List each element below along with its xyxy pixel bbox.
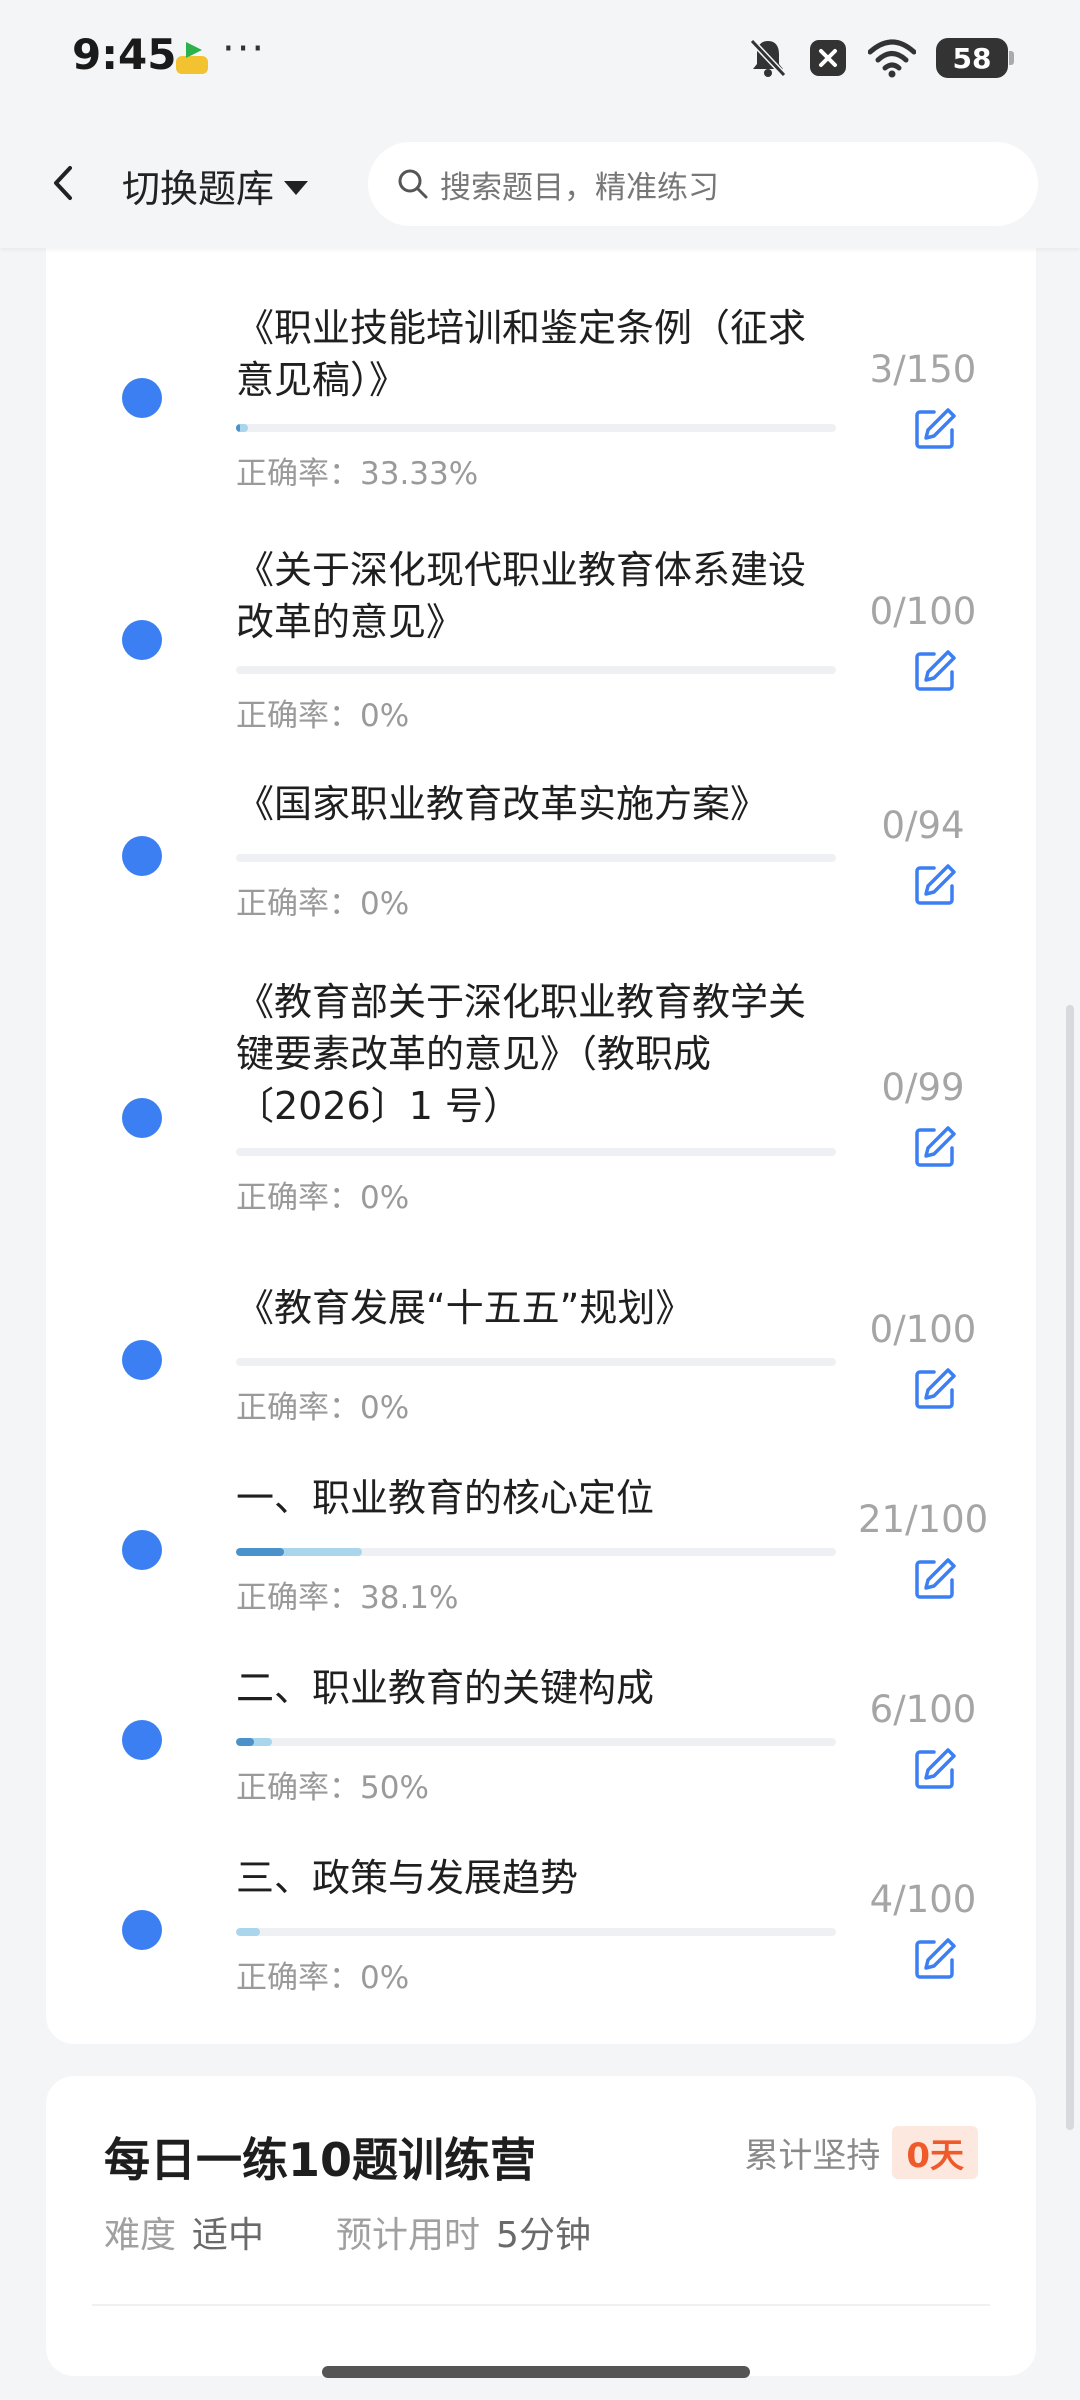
- correct-fill: [236, 1548, 284, 1556]
- caret-down-icon: [284, 180, 309, 195]
- status-icons: 58: [748, 36, 1014, 80]
- persist-streak: 累计坚持 0天: [744, 2126, 978, 2179]
- edit-practice-icon[interactable]: [912, 862, 958, 908]
- accuracy-text: 正确率：0%: [236, 886, 410, 922]
- chapter-title: 《职业技能培训和鉴定条例（征求意见稿）》: [236, 306, 807, 402]
- question-count: 6/100: [869, 1688, 977, 1731]
- accuracy-text: 正确率：50%: [236, 1770, 429, 1806]
- battery-icon: 58: [936, 38, 1014, 78]
- search-placeholder: 搜索题目，精准练习: [440, 169, 719, 206]
- difficulty-value: 适中: [192, 2215, 265, 2256]
- edit-practice-icon[interactable]: [912, 406, 958, 452]
- accuracy-text: 正确率：0%: [236, 1960, 410, 1996]
- chapter-dot: [122, 378, 162, 418]
- progress-track: [236, 1358, 836, 1366]
- progress-track: [236, 424, 836, 432]
- progress-track: [236, 1148, 836, 1156]
- accuracy-text: 正确率：38.1%: [236, 1580, 459, 1616]
- persist-label: 累计坚持: [744, 2136, 881, 2176]
- edit-practice-icon[interactable]: [912, 1124, 958, 1170]
- mute-bell-icon: [749, 38, 787, 78]
- progress-track: [236, 854, 836, 862]
- progress-track: [236, 1738, 836, 1746]
- app-badge-icon: [176, 42, 208, 74]
- switch-bank-label: 切换题库: [122, 167, 275, 211]
- chapter-dot: [122, 1720, 162, 1760]
- chapter-title: 《国家职业教育改革实施方案》: [236, 782, 769, 826]
- status-time: 9:45: [72, 30, 177, 79]
- chapter-dot: [122, 620, 162, 660]
- time-value: 5分钟: [496, 2215, 591, 2256]
- question-count: 0/100: [869, 590, 977, 633]
- chapter-dot: [122, 1098, 162, 1138]
- status-bar: 9:45 ··· 58: [0, 0, 1080, 120]
- chapter-list: 《职业技能培训和鉴定条例（征求意见稿）》 正确率：33.33% 3/150 《关…: [46, 248, 1036, 2044]
- chapter-title: 《教育部关于深化职业教育教学关键要素改革的意见》（教职成〔2026〕1 号）: [236, 980, 807, 1128]
- edit-practice-icon[interactable]: [912, 648, 958, 694]
- progress-track: [236, 1928, 836, 1936]
- home-indicator[interactable]: [322, 2366, 750, 2378]
- chapter-title: 三、政策与发展趋势: [236, 1856, 579, 1900]
- progress-track: [236, 1548, 836, 1556]
- chapter-dot: [122, 1530, 162, 1570]
- back-arrow-icon[interactable]: [40, 158, 90, 208]
- status-more-dots: ···: [222, 26, 267, 72]
- progress-fill: [236, 1928, 260, 1936]
- camp-title: 每日一练10题训练营: [104, 2133, 537, 2187]
- question-count: 0/100: [869, 1308, 977, 1351]
- chapter-title: 《关于深化现代职业教育体系建设改革的意见》: [236, 548, 807, 644]
- daily-camp-card[interactable]: 每日一练10题训练营 累计坚持 0天 难度 适中 预计用时 5分钟: [46, 2076, 1036, 2376]
- edit-practice-icon[interactable]: [912, 1746, 958, 1792]
- edit-practice-icon[interactable]: [912, 1936, 958, 1982]
- correct-fill: [236, 424, 240, 432]
- wifi-icon: [868, 39, 916, 78]
- switch-bank-dropdown[interactable]: 切换题库: [122, 158, 309, 213]
- chapter-title: 二、职业教育的关键构成: [236, 1666, 655, 1710]
- edit-practice-icon[interactable]: [912, 1556, 958, 1602]
- edit-practice-icon[interactable]: [912, 1366, 958, 1412]
- question-count: 21/100: [858, 1498, 989, 1541]
- chapter-title: 一、职业教育的核心定位: [236, 1476, 655, 1520]
- accuracy-text: 正确率：0%: [236, 1180, 410, 1216]
- search-input[interactable]: 搜索题目，精准练习: [368, 142, 1038, 226]
- chapter-dot: [122, 836, 162, 876]
- top-nav: 切换题库 搜索题目，精准练习: [0, 120, 1080, 248]
- scrollbar[interactable]: [1066, 1005, 1074, 2130]
- persist-days-badge: 0天: [892, 2126, 978, 2179]
- question-count: 3/150: [869, 348, 977, 391]
- search-icon: [398, 169, 428, 199]
- camp-meta: 难度 适中 预计用时 5分钟: [104, 2206, 663, 2258]
- battery-level: 58: [952, 41, 992, 75]
- question-count: 0/94: [881, 804, 965, 847]
- divider: [92, 2304, 990, 2306]
- time-label: 预计用时: [336, 2215, 481, 2256]
- close-box-icon: [810, 40, 846, 76]
- chapter-dot: [122, 1910, 162, 1950]
- accuracy-text: 正确率：0%: [236, 698, 410, 734]
- difficulty-label: 难度: [104, 2215, 177, 2256]
- accuracy-text: 正确率：33.33%: [236, 456, 479, 492]
- question-count: 0/99: [881, 1066, 965, 1109]
- correct-fill: [236, 1738, 254, 1746]
- question-count: 4/100: [869, 1878, 977, 1921]
- accuracy-text: 正确率：0%: [236, 1390, 410, 1426]
- chapter-title: 《教育发展“十五五”规划》: [236, 1286, 694, 1330]
- chapter-dot: [122, 1340, 162, 1380]
- progress-track: [236, 666, 836, 674]
